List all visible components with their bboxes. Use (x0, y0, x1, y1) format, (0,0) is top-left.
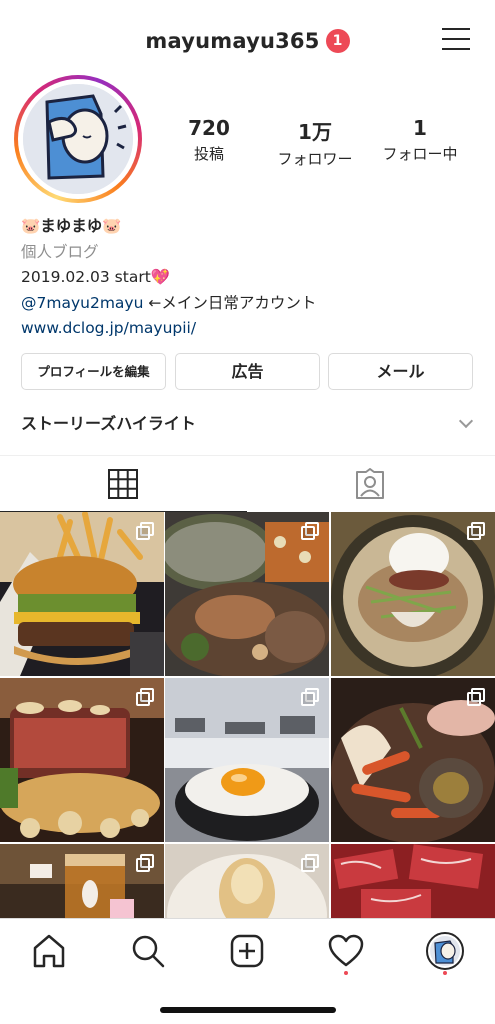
activity-dot (344, 971, 348, 975)
post-thumbnail[interactable] (0, 844, 164, 918)
activity-heart-icon[interactable] (326, 931, 366, 971)
email-button[interactable]: メール (328, 353, 473, 390)
hamburger-menu-icon[interactable] (440, 26, 472, 54)
tab-tagged[interactable] (248, 456, 495, 512)
username-header[interactable]: mayumayu365 1 (0, 28, 495, 53)
mention-description: ←メイン日常アカウント (143, 293, 317, 312)
website-link[interactable]: www.dclog.jp/mayupii/ (21, 316, 481, 342)
story-highlights-row[interactable]: ストーリーズハイライト (21, 410, 475, 438)
profile-avatar-icon[interactable] (425, 931, 465, 971)
stat-posts-value: 720 (188, 116, 230, 140)
post-thumbnail[interactable] (165, 678, 329, 842)
multi-photo-icon (136, 688, 154, 706)
avatar-illustration (23, 84, 133, 194)
post-thumbnail[interactable] (0, 512, 164, 676)
profile-dot (443, 971, 447, 975)
posts-grid (0, 512, 495, 918)
profile-avatar[interactable] (14, 75, 142, 203)
profile-bio: 🐷まゆまゆ🐷 個人ブログ 2019.02.03 start💖 @7mayu2ma… (21, 214, 481, 342)
display-name: 🐷まゆまゆ🐷 (21, 217, 122, 235)
tagged-person-icon (356, 468, 384, 499)
stat-followers[interactable]: 1万 フォロワー (260, 116, 370, 169)
stat-posts-label: 投稿 (193, 145, 224, 163)
multi-photo-icon (136, 854, 154, 872)
notification-badge[interactable]: 1 (325, 29, 350, 53)
stat-following[interactable]: 1 フォロー中 (365, 116, 475, 164)
multi-photo-icon (301, 688, 319, 706)
tab-grid[interactable] (0, 456, 247, 512)
stat-followers-label: フォロワー (277, 150, 353, 168)
post-thumbnail[interactable] (331, 844, 495, 918)
edit-profile-button[interactable]: プロフィールを編集 (21, 353, 166, 390)
multi-photo-icon (301, 522, 319, 540)
multi-photo-icon (467, 688, 485, 706)
post-thumbnail[interactable] (165, 844, 329, 918)
mention-link[interactable]: @7mayu2mayu (21, 294, 143, 312)
chevron-down-icon[interactable] (458, 413, 474, 429)
post-thumbnail[interactable] (0, 678, 164, 842)
post-thumbnail[interactable] (331, 512, 495, 676)
home-icon[interactable] (29, 931, 69, 971)
ads-button[interactable]: 広告 (175, 353, 320, 390)
post-thumbnail[interactable] (165, 512, 329, 676)
multi-photo-icon (136, 522, 154, 540)
new-post-icon[interactable] (227, 931, 267, 971)
stat-followers-value: 1万 (298, 120, 332, 144)
username-text: mayumayu365 (145, 29, 320, 53)
multi-photo-icon (301, 854, 319, 872)
bio-mention-line: @7mayu2mayu ←メイン日常アカウント (21, 291, 481, 317)
grid-icon (108, 469, 138, 499)
home-indicator (160, 1007, 336, 1013)
search-icon[interactable] (128, 931, 168, 971)
bio-line: 2019.02.03 start💖 (21, 268, 171, 286)
multi-photo-icon (467, 522, 485, 540)
top-bar: mayumayu365 1 (0, 0, 495, 82)
stat-following-value: 1 (413, 116, 427, 140)
stat-posts[interactable]: 720 投稿 (154, 116, 264, 164)
profile-tabs (0, 455, 495, 512)
stat-following-label: フォロー中 (382, 145, 458, 163)
story-highlights-label: ストーリーズハイライト (21, 414, 196, 433)
profile-category: 個人ブログ (21, 242, 99, 261)
post-thumbnail[interactable] (331, 678, 495, 842)
